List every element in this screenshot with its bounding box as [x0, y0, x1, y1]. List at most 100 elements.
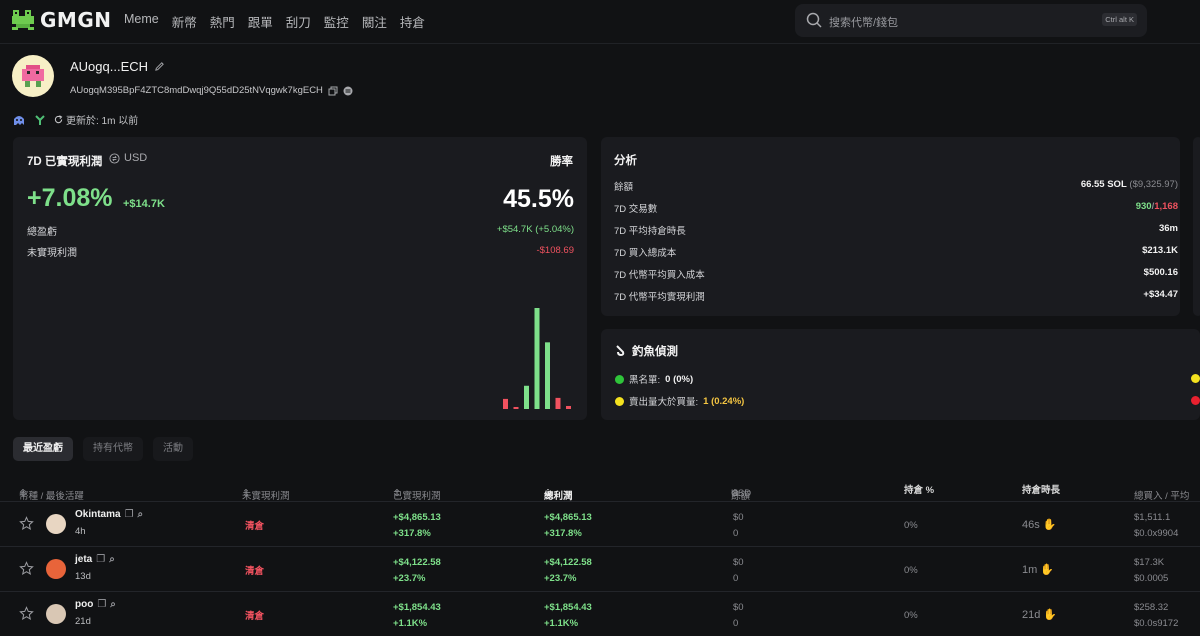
- token-last-active: 13d: [75, 571, 91, 582]
- top-nav: GMGN Meme 新幣 熱門 跟單 刮刀 監控 關注 持倉 搜索代幣/錢包 C…: [0, 0, 1200, 44]
- copy-icon[interactable]: ❐: [125, 509, 134, 520]
- refresh-icon[interactable]: [54, 115, 63, 124]
- copy-icon[interactable]: ❐: [96, 554, 105, 565]
- pnl-bar: [545, 342, 550, 409]
- currency-swap-icon: ⊙: [731, 488, 739, 499]
- col-hold-time[interactable]: 持倉時長: [1022, 482, 1060, 496]
- realized-pct-cell: +317.8%: [393, 528, 431, 539]
- hold-time-value: 36m: [1158, 223, 1178, 234]
- total-cell: +$1,854.43: [544, 602, 592, 613]
- pnl-bar: [566, 405, 571, 409]
- frog-logo-icon: [12, 10, 34, 30]
- table-row[interactable]: jeta ❐ ⌕ 13d 清倉 +$4,122.58 +23.7% +$4,122.…: [0, 547, 1200, 592]
- search-input[interactable]: 搜索代幣/錢包 Ctrl alt K: [795, 4, 1147, 37]
- phishing-card: 釣魚偵測 黑名單: 0 (0%) 賣出量大於買量: 1 (0.24%): [601, 329, 1200, 420]
- avg-buy-cell: $0.0s9172: [1134, 618, 1179, 629]
- hold-time-cell: 21d ✋: [1022, 609, 1058, 621]
- analysis-row-trades: 7D 交易數 930/1,168: [614, 201, 1178, 215]
- balance-value: 66.55 SOL: [1080, 179, 1127, 190]
- token-avatar: [46, 514, 66, 534]
- search-icon[interactable]: ⌕: [110, 599, 116, 610]
- star-icon[interactable]: [19, 606, 34, 621]
- token-name[interactable]: Okintama: [75, 509, 121, 520]
- total-pct-cell: +23.7%: [544, 573, 577, 584]
- tab-activity[interactable]: 活動: [153, 437, 193, 461]
- balance-cell: $0: [733, 557, 744, 568]
- tab-holdings[interactable]: 持有代幣: [83, 437, 143, 461]
- table-row[interactable]: poo ❐ ⌕ 21d 清倉 +$1,854.43 +1.1K% +$1,854.4…: [0, 592, 1200, 636]
- avatar: [12, 55, 54, 97]
- menu-item-new[interactable]: 新幣: [172, 12, 197, 31]
- hold-time-label: 7D 平均持倉時長: [614, 226, 686, 237]
- avg-buy-cell: $0.0005: [1134, 573, 1169, 584]
- plant-icon[interactable]: [34, 114, 46, 126]
- menu-item-copy-trade[interactable]: 跟單: [248, 12, 273, 31]
- sell-over-buy-row: 賣出量大於買量: 1 (0.24%): [615, 394, 744, 408]
- menu-item-meme[interactable]: Meme: [124, 12, 159, 31]
- sell-over-buy-value: 1 (0.24%): [703, 395, 745, 407]
- yellow-dot-icon: [615, 396, 624, 406]
- hold-pct-cell: 0%: [904, 520, 918, 531]
- wallet-name-row: AUogq...ECH: [70, 59, 165, 74]
- copy-icon[interactable]: ❐: [97, 599, 106, 610]
- yellow-dot-icon: [1191, 374, 1200, 383]
- avg-profit-value: +$34.47: [1143, 289, 1178, 300]
- wallet-name: AUogq...ECH: [70, 59, 149, 74]
- token-name-row: poo ❐ ⌕: [75, 599, 116, 610]
- total-buy-cell: $17.3K: [1134, 557, 1165, 568]
- token-name[interactable]: poo: [75, 599, 93, 610]
- balance-sub-cell: 0: [733, 528, 739, 539]
- tab-recent-pnl[interactable]: 最近盈虧: [13, 437, 73, 461]
- solscan-icon[interactable]: [343, 86, 353, 96]
- updated-text: 更新於: 1m 以前: [66, 116, 139, 127]
- pnl-bar: [534, 308, 540, 409]
- star-icon[interactable]: [19, 516, 34, 531]
- analysis-row-balance: 餘額 66.55 SOL ($9,325.97): [614, 179, 1178, 193]
- col-hold-pct[interactable]: 持倉 %: [904, 482, 934, 496]
- buy-cost-value: $213.1K: [1142, 245, 1178, 256]
- analysis-row-avg-cost: 7D 代幣平均買入成本 $500.16: [614, 267, 1178, 281]
- realized-cell: +$4,122.58: [393, 557, 441, 568]
- ghost-icon[interactable]: [12, 114, 26, 126]
- logo[interactable]: GMGN: [10, 8, 111, 32]
- blacklist-row: 黑名單: 0 (0%): [615, 372, 693, 386]
- search-icon[interactable]: ⌕: [138, 509, 144, 520]
- token-last-active: 21d: [75, 616, 91, 627]
- pnl-card: 7D 已實現利潤 USD 勝率 +7.08% +$14.7K 45.5% 總盈虧…: [13, 137, 587, 420]
- green-dot-icon: [615, 374, 624, 384]
- analysis-card: 分析 餘額 66.55 SOL ($9,325.97) 7D 交易數 930/1…: [601, 137, 1180, 316]
- pnl-bar: [524, 385, 529, 409]
- search-icon: [806, 12, 822, 28]
- total-buy-cell: $258.32: [1134, 602, 1169, 613]
- trades-label: 7D 交易數: [614, 204, 658, 215]
- pnl-distribution-chart: [503, 308, 571, 409]
- realized-pct-cell: +1.1K%: [393, 618, 428, 629]
- table-header: 幣種 / 最後活躍 ⇕ 未實現利潤 ⇕ 已實現利潤 ⇕ 總利潤 ⇣ 餘額 ⇕ U…: [0, 476, 1200, 502]
- token-avatar: [46, 559, 66, 579]
- trades-sell: 1,168: [1154, 201, 1178, 212]
- hold-time-cell: 46s ✋: [1022, 519, 1057, 531]
- total-cell: +$4,865.13: [544, 512, 592, 523]
- fishing-hook-icon: [616, 345, 625, 357]
- menu-item-holdings[interactable]: 持倉: [400, 12, 425, 31]
- token-last-active: 4h: [75, 526, 86, 537]
- total-pct-cell: +317.8%: [544, 528, 582, 539]
- menu-item-follow[interactable]: 關注: [362, 12, 387, 31]
- analysis-row-avg-profit: 7D 代幣平均實現利潤 +$34.47: [614, 289, 1178, 303]
- menu-item-monitor[interactable]: 監控: [324, 12, 349, 31]
- star-icon[interactable]: [19, 561, 34, 576]
- table-row[interactable]: Okintama ❐ ⌕ 4h 清倉 +$4,865.13 +317.8% +$4,…: [0, 502, 1200, 547]
- side-card-edge: [1193, 137, 1200, 316]
- wallet-address: AUogqM395BpF4ZTC8mdDwqj9Q55dD25tNVqgwk7k…: [70, 85, 323, 96]
- menu-item-trending[interactable]: 熱門: [210, 12, 235, 31]
- total-cell: +$4,122.58: [544, 557, 592, 568]
- balance-label: 餘額: [614, 182, 634, 193]
- logo-text: GMGN: [40, 8, 112, 32]
- menu-item-sniper[interactable]: 刮刀: [286, 12, 311, 31]
- token-name[interactable]: jeta: [75, 554, 92, 565]
- phishing-title-row: 釣魚偵測: [614, 343, 678, 359]
- updated-status: 更新於: 1m 以前: [54, 112, 138, 127]
- edit-icon[interactable]: [154, 61, 165, 72]
- search-icon[interactable]: ⌕: [109, 554, 115, 565]
- copy-icon[interactable]: [328, 86, 338, 96]
